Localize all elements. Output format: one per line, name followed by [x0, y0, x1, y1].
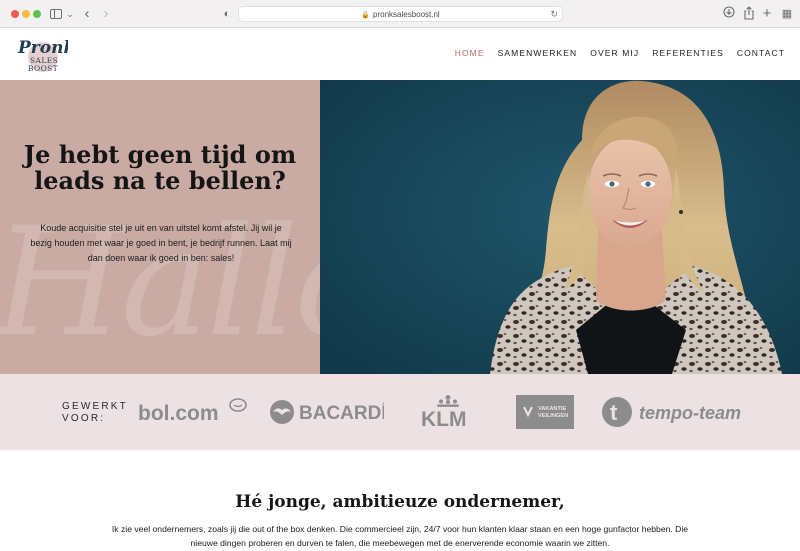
client-logo-klm-text: KLM [421, 408, 467, 430]
new-tab-icon[interactable]: + [761, 6, 773, 22]
share-icon[interactable] [743, 6, 755, 22]
svg-text:Pronk: Pronk [17, 38, 68, 58]
worked-for-line2: VOOR: [62, 413, 106, 424]
client-logo-tempo-team-text: tempo-team [639, 403, 741, 423]
client-logo-tempo-team: t tempo-team [602, 397, 741, 427]
sidebar-icon[interactable] [50, 9, 62, 19]
download-icon[interactable] [723, 6, 735, 22]
svg-text:BOOST: BOOST [28, 64, 58, 73]
svg-text:t: t [610, 400, 618, 425]
close-window-button[interactable] [11, 10, 19, 18]
site-header: Pronk SALES BOOST HOME SAMENWERKEN OVER … [0, 28, 800, 80]
browser-toolbar: ⌄ ‹ › ◐ 🔒 pronksalesboost.nl ↻ + ▦ [0, 0, 800, 28]
client-logo-klm: KLM [421, 395, 467, 430]
intro-title: Hé jonge, ambitieuze ondernemer, [235, 492, 565, 512]
hero-title: Je hebt geen tijd om leads na te bellen? [23, 140, 297, 195]
hero-text: Koude acquisitie stel je uit en van uits… [30, 223, 292, 263]
chevron-down-icon[interactable]: ⌄ [65, 6, 75, 22]
client-logo-bol-text: bol.com [138, 402, 219, 425]
forward-icon[interactable]: › [100, 6, 112, 22]
url-text: pronksalesboost.nl [373, 10, 440, 19]
client-logo-veilingen-text: VEILINGEN [538, 413, 568, 419]
reload-icon[interactable]: ↻ [550, 7, 558, 22]
maximize-window-button[interactable] [33, 10, 41, 18]
portrait-image [320, 80, 800, 374]
intro-text: Ik zie veel ondernemers, zoals jij die o… [111, 524, 689, 548]
worked-for-line1: GEWERKT [62, 401, 128, 412]
klm-crown-icon [437, 395, 459, 407]
bol-smile-icon [229, 398, 247, 412]
lock-icon: 🔒 [361, 12, 370, 19]
nav-samenwerken[interactable]: SAMENWERKEN [498, 48, 578, 58]
client-logo-vakantie-text: VAKANTIE [538, 406, 566, 412]
nav-home[interactable]: HOME [455, 48, 485, 58]
minimize-window-button[interactable] [22, 10, 30, 18]
worked-for-label: GEWERKT VOOR: [62, 401, 128, 425]
hero-text-panel: Hallo Je hebt geen tijd om leads na te b… [0, 80, 320, 374]
address-bar[interactable]: 🔒 pronksalesboost.nl ↻ [238, 6, 563, 22]
hero-photo [320, 80, 800, 374]
main-nav: HOME SAMENWERKEN OVER MIJ REFERENTIES CO… [455, 48, 785, 58]
site-logo[interactable]: Pronk SALES BOOST [16, 33, 68, 75]
client-logo-bacardi-text: BACARDÍ [299, 402, 384, 424]
client-logo-vakantieveilingen: VAKANTIE VEILINGEN [516, 395, 574, 429]
client-logo-bacardi: BACARDÍ [270, 400, 384, 424]
nav-over-mij[interactable]: OVER MIJ [590, 48, 639, 58]
client-logo-bol: bol.com [138, 398, 247, 425]
tab-overview-icon[interactable]: ▦ [781, 6, 793, 22]
nav-contact[interactable]: CONTACT [737, 48, 785, 58]
shield-icon[interactable]: ◐ [221, 6, 233, 22]
clients-strip: GEWERKT VOOR: bol.com BACARDÍ KLM VAKANT… [0, 374, 800, 450]
back-icon[interactable]: ‹ [81, 6, 93, 22]
nav-referenties[interactable]: REFERENTIES [652, 48, 724, 58]
